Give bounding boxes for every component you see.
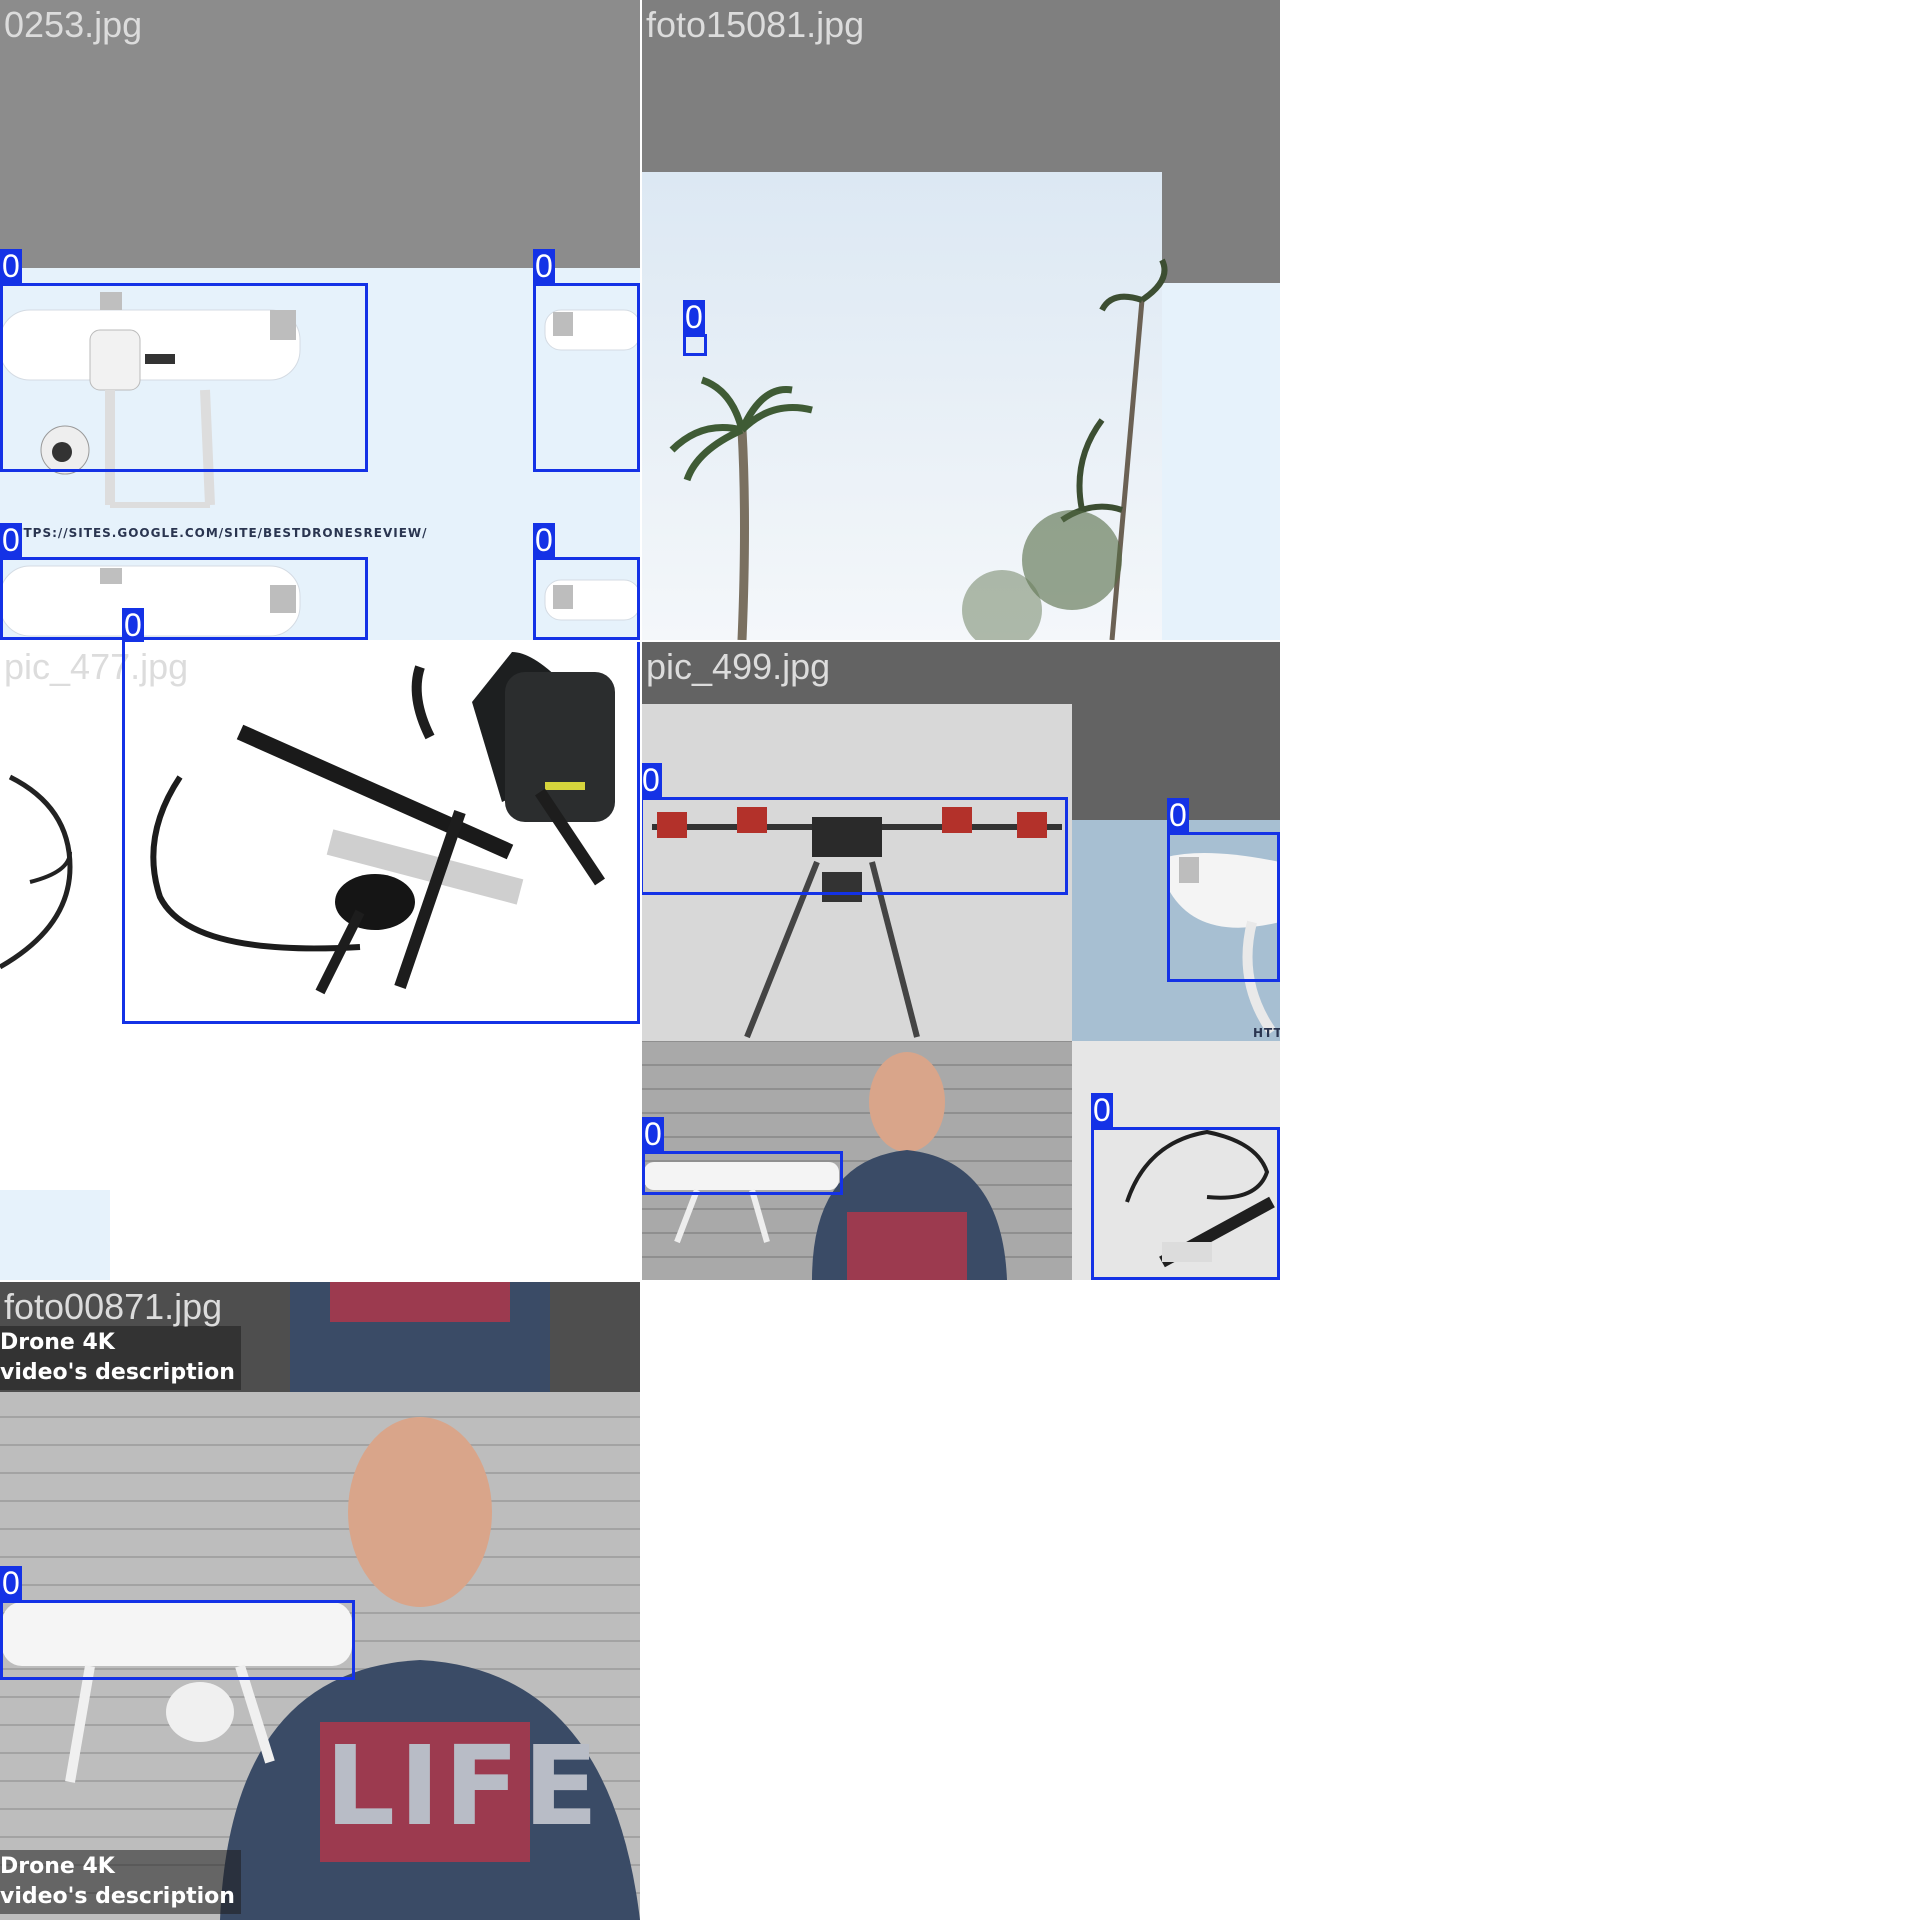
tile-pic499: HTTP pic_499.jpg 0 0 0 0 — [642, 642, 1280, 1280]
caption-line1: Drone 4K — [0, 1330, 115, 1355]
detection-label: 0 — [1167, 797, 1189, 833]
detection-label: 0 — [0, 248, 22, 284]
detection-box — [642, 797, 1068, 895]
watermark-url: TTPS://SITES.GOOGLE.COM/SITE/BESTDRONESR… — [14, 526, 428, 540]
detection-label: 0 — [122, 607, 144, 643]
detection-box — [1091, 1127, 1280, 1280]
detection-box — [642, 1151, 843, 1195]
tile-filename: foto15081.jpg — [646, 4, 865, 45]
tile-filename: foto00871.jpg — [4, 1286, 223, 1327]
caption-line1: Drone 4K — [0, 1854, 115, 1879]
detection-label: 0 — [1091, 1092, 1113, 1128]
detection-label: 0 — [642, 1116, 664, 1152]
detection-label: 0 — [642, 762, 662, 798]
tile-filename: pic_499.jpg — [646, 646, 831, 687]
detection-box — [0, 1600, 355, 1680]
palm-trees — [669, 258, 1168, 640]
detection-label: 0 — [533, 522, 555, 558]
watermark-url-short: HTTP — [1253, 1026, 1280, 1040]
detection-box — [0, 283, 368, 472]
caption-line2: video's description — [0, 1884, 235, 1909]
tile-pic477: pic_477.jpg — [0, 642, 640, 1280]
tile-0253: TTPS://SITES.GOOGLE.COM/SITE/BESTDRONESR… — [0, 0, 640, 640]
detection-box — [122, 642, 640, 1024]
video-caption-bottom: Drone 4K video's description — [0, 1850, 241, 1914]
shirt-text: LIFE — [325, 1722, 603, 1850]
tile-filename: 0253.jpg — [4, 4, 143, 45]
tile-foto00871: LIFE Drone 4K video's description Drone … — [0, 1282, 640, 1920]
light-patch — [0, 1190, 110, 1280]
detection-label: 0 — [0, 522, 22, 558]
detection-box — [533, 283, 640, 472]
detection-label: 0 — [0, 1565, 22, 1601]
caption-line2: video's description — [0, 1360, 235, 1385]
video-caption-top: Drone 4K video's description — [0, 1326, 241, 1390]
detection-box — [683, 334, 707, 356]
detection-label: 0 — [533, 248, 555, 284]
tile-foto15081: foto15081.jpg 0 — [642, 0, 1280, 640]
detection-box — [533, 557, 640, 640]
detection-box — [0, 557, 368, 640]
detection-label: 0 — [683, 299, 705, 335]
detection-box — [1167, 832, 1280, 982]
